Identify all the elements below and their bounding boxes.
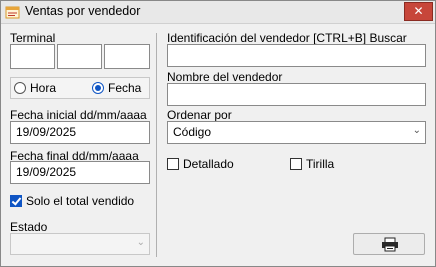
estado-label: Estado: [10, 220, 48, 234]
nombre-vendedor-label: Nombre del vendedor: [167, 70, 283, 84]
fecha-inicial-label: Fecha inicial dd/mm/aaaa: [10, 108, 147, 122]
fecha-final-input[interactable]: 19/09/2025: [10, 161, 150, 184]
close-button[interactable]: ✕: [404, 2, 433, 21]
detallado-checkbox[interactable]: [167, 158, 179, 170]
solo-total-checkbox[interactable]: [10, 195, 22, 207]
id-vendedor-label: Identificación del vendedor [CTRL+B] Bus…: [167, 31, 407, 45]
title-bar[interactable]: Ventas por vendedor ✕: [1, 1, 435, 24]
print-button[interactable]: [353, 233, 425, 255]
chevron-down-icon: ⌄: [136, 237, 145, 248]
tirilla-label: Tirilla: [306, 157, 335, 171]
window-title: Ventas por vendedor: [25, 4, 141, 18]
terminal-field-3[interactable]: [104, 44, 150, 69]
hora-radio[interactable]: [14, 82, 26, 94]
terminal-label: Terminal: [10, 31, 56, 45]
ordenar-por-label: Ordenar por: [167, 108, 232, 122]
id-vendedor-input[interactable]: [167, 44, 426, 67]
ordenar-por-select[interactable]: Código ⌄: [167, 121, 426, 144]
solo-total-label: Solo el total vendido: [26, 194, 135, 208]
fecha-radio-label: Fecha: [108, 81, 142, 95]
chevron-down-icon: ⌄: [412, 125, 421, 136]
detallado-label: Detallado: [183, 157, 234, 171]
printer-icon: [382, 237, 398, 252]
hora-radio-label: Hora: [30, 81, 57, 95]
report-icon: [5, 6, 20, 19]
nombre-vendedor-input[interactable]: [167, 83, 426, 106]
column-divider: [156, 33, 157, 257]
ventas-por-vendedor-window: Ventas por vendedor ✕ Terminal Hora Fech…: [0, 0, 436, 267]
tirilla-checkbox[interactable]: [290, 158, 302, 170]
estado-select[interactable]: ⌄: [10, 233, 150, 255]
terminal-field-1[interactable]: [10, 44, 55, 69]
fecha-radio[interactable]: [92, 82, 104, 94]
terminal-field-2[interactable]: [57, 44, 102, 69]
hora-fecha-radio-group: Hora Fecha: [10, 77, 150, 99]
fecha-inicial-input[interactable]: 19/09/2025: [10, 121, 150, 144]
close-icon: ✕: [413, 4, 424, 18]
